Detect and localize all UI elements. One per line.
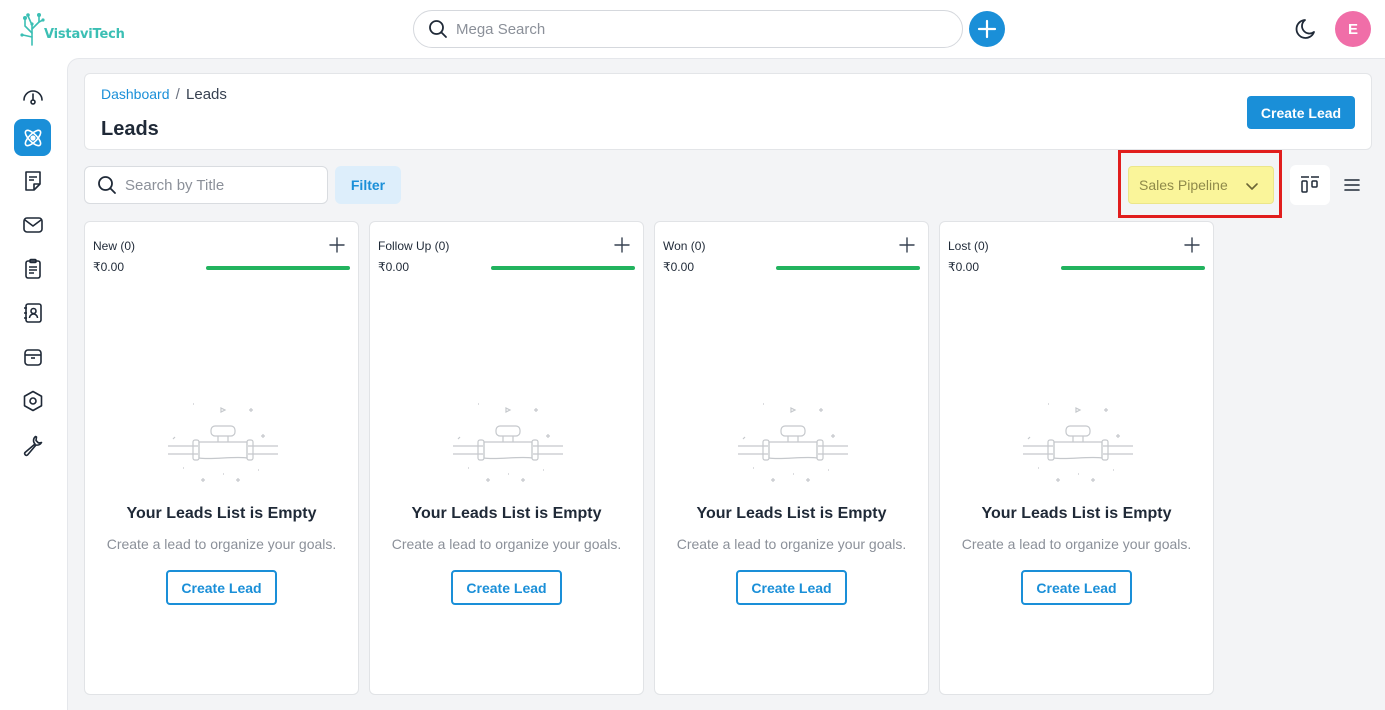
add-lead-icon[interactable] (1183, 236, 1201, 254)
empty-state-description: Create a lead to organize your goals. (106, 536, 337, 552)
empty-state-description: Create a lead to organize your goals. (961, 536, 1192, 552)
column-amount: ₹0.00 (93, 260, 124, 274)
breadcrumb-separator: / (175, 86, 180, 103)
logo[interactable]: VistaviTech (18, 10, 128, 48)
sidebar-item-settings[interactable] (14, 382, 51, 419)
page-header: Dashboard / Leads Leads Create Lead (84, 73, 1372, 150)
empty-state-title: Your Leads List is Empty (981, 505, 1172, 522)
empty-state-description: Create a lead to organize your goals. (676, 536, 907, 552)
empty-pipe-illustration (453, 403, 563, 482)
column-progress-bar (1061, 266, 1205, 270)
column-title: Won (0) (663, 239, 706, 253)
mega-search-input[interactable] (456, 20, 936, 38)
logo-tree-icon (20, 13, 45, 46)
kanban-view-button[interactable] (1290, 165, 1330, 205)
empty-pipe-illustration (168, 403, 278, 482)
speedometer-icon (22, 89, 43, 105)
moon-icon[interactable] (1294, 16, 1320, 42)
quick-add-button[interactable] (969, 11, 1005, 47)
column-title: Lost (0) (948, 239, 989, 253)
column-create-lead-button[interactable]: Create Lead (451, 570, 562, 605)
empty-state-title: Your Leads List is Empty (696, 505, 887, 522)
column-amount: ₹0.00 (378, 260, 409, 274)
kanban-column-lost: Lost (0) ₹0.00 Your Leads List is Empty … (939, 221, 1214, 695)
pipeline-select[interactable]: Sales Pipeline (1128, 166, 1274, 204)
empty-state-description: Create a lead to organize your goals. (391, 536, 622, 552)
breadcrumb: Dashboard / Leads (101, 86, 227, 103)
sidebar-item-leads[interactable] (14, 119, 51, 156)
plus-icon (977, 19, 997, 39)
add-lead-icon[interactable] (898, 236, 916, 254)
title-search[interactable] (84, 166, 328, 204)
kanban-column-won: Won (0) ₹0.00 Your Leads List is Empty C… (654, 221, 929, 695)
top-bar: VistaviTech E (0, 0, 1385, 58)
empty-pipe-illustration (738, 403, 848, 482)
logo-text: VistaviTech (44, 26, 125, 42)
column-progress-bar (491, 266, 635, 270)
main-content: Dashboard / Leads Leads Create Lead Filt… (67, 58, 1385, 710)
sidebar-item-archive[interactable] (14, 338, 51, 375)
hexagon-gear-icon (23, 390, 42, 411)
wrench-icon (23, 435, 42, 456)
sidebar-item-tasks[interactable] (14, 250, 51, 287)
empty-state-title: Your Leads List is Empty (126, 505, 317, 522)
column-create-lead-button[interactable]: Create Lead (1021, 570, 1132, 605)
column-amount: ₹0.00 (948, 260, 979, 274)
kanban-icon (1301, 176, 1319, 193)
create-lead-button[interactable]: Create Lead (1247, 96, 1355, 129)
archive-icon (23, 348, 42, 366)
chevron-down-icon (1246, 183, 1258, 190)
breadcrumb-current: Leads (186, 86, 227, 103)
column-create-lead-button[interactable]: Create Lead (736, 570, 847, 605)
search-icon (98, 176, 116, 194)
column-create-lead-button[interactable]: Create Lead (166, 570, 277, 605)
empty-state-title: Your Leads List is Empty (411, 505, 602, 522)
add-lead-icon[interactable] (613, 236, 631, 254)
column-progress-bar (206, 266, 350, 270)
atom-icon (24, 129, 41, 146)
title-search-input[interactable] (125, 176, 315, 194)
kanban-column-new: New (0) ₹0.00 Your Leads List is Empty C… (84, 221, 359, 695)
column-title: New (0) (93, 239, 136, 253)
sidebar-item-notes[interactable] (14, 162, 51, 199)
avatar[interactable]: E (1335, 11, 1371, 47)
page-title: Leads (101, 118, 159, 140)
note-icon (24, 170, 41, 191)
sidebar-item-tools[interactable] (14, 426, 51, 463)
sidebar (0, 58, 67, 710)
sidebar-item-contacts[interactable] (14, 294, 51, 331)
pipeline-select-value: Sales Pipeline (1139, 177, 1228, 193)
column-amount: ₹0.00 (663, 260, 694, 274)
add-lead-icon[interactable] (328, 236, 346, 254)
mail-icon (22, 216, 43, 233)
column-progress-bar (776, 266, 920, 270)
mega-search[interactable] (413, 10, 963, 48)
list-view-button[interactable] (1332, 165, 1372, 205)
list-icon (1344, 179, 1360, 191)
column-title: Follow Up (0) (378, 239, 450, 253)
breadcrumb-dashboard-link[interactable]: Dashboard (101, 86, 170, 102)
sidebar-item-mail[interactable] (14, 206, 51, 243)
search-icon (429, 20, 447, 38)
filter-button[interactable]: Filter (335, 166, 401, 204)
kanban-column-follow-up: Follow Up (0) ₹0.00 Your Leads List is E… (369, 221, 644, 695)
sidebar-item-dashboard[interactable] (14, 78, 51, 115)
contact-book-icon (23, 302, 42, 323)
clipboard-icon (24, 258, 41, 279)
empty-pipe-illustration (1023, 403, 1133, 482)
